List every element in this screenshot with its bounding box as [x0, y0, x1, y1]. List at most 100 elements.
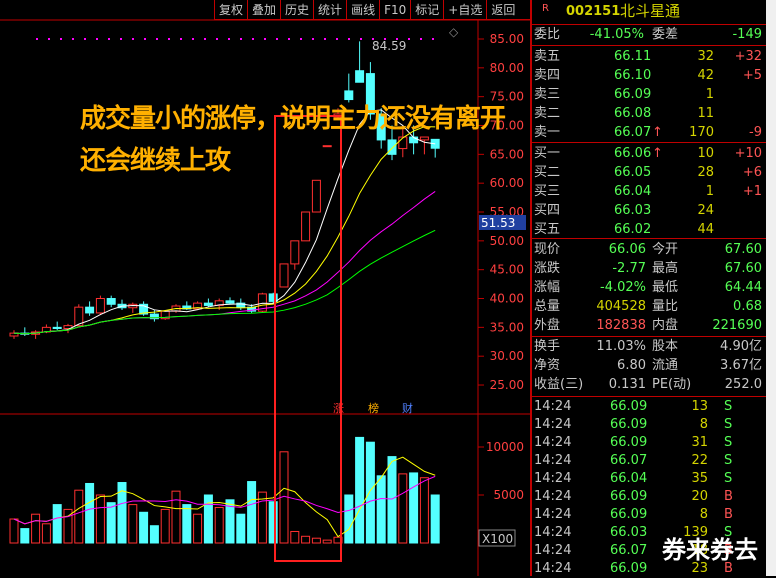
quote-row: 14:24 66.09 8 S	[534, 415, 764, 434]
cell: 收益(三)	[534, 377, 584, 392]
toolbar-button-3[interactable]: 统计	[313, 0, 346, 19]
toolbar-button-7[interactable]: +自选	[443, 0, 486, 19]
dot-mark	[144, 38, 146, 40]
volume-bar	[214, 506, 224, 544]
cell: 14:24	[534, 453, 572, 468]
cell: 6.80	[617, 358, 646, 373]
toolbar-button-6[interactable]: 标记	[410, 0, 443, 19]
cell: 卖五	[534, 49, 561, 64]
dot-mark	[312, 38, 314, 40]
cell: 66.09	[610, 417, 648, 432]
toolbar-button-8[interactable]: 返回	[486, 0, 519, 19]
quote-row: 买五 66.02 44	[534, 220, 764, 239]
toolbar-button-5[interactable]: F10	[379, 0, 410, 19]
dot-mark	[48, 38, 50, 40]
volume-bar	[182, 504, 192, 544]
quote-row: 卖一 66.07 ↑ 170 -9	[534, 123, 764, 142]
highlight-box	[274, 115, 342, 562]
volume-bar	[387, 456, 397, 544]
volume-bar	[419, 477, 429, 544]
price-tick-label: 30.00	[490, 349, 524, 363]
volume-bar	[376, 475, 386, 544]
cell: 14:24	[534, 489, 572, 504]
quote-row: 卖三 66.09 1	[534, 85, 764, 104]
dot-mark	[96, 38, 98, 40]
cell: ↑	[652, 125, 663, 140]
toolbar-button-1[interactable]: 叠加	[247, 0, 280, 19]
cell: 0.68	[733, 299, 762, 314]
cell: 66.09	[610, 489, 648, 504]
cell: 66.07	[610, 453, 648, 468]
right-toolbar[interactable]	[766, 0, 776, 576]
price-tick-label: 80.00	[490, 61, 524, 75]
cell: 66.04	[614, 184, 652, 199]
dot-mark	[120, 38, 122, 40]
cell: 66.07	[614, 125, 652, 140]
quote-row: 14:24 66.09 20 B	[534, 487, 764, 506]
quote-row: 14:24 66.04 35 S	[534, 469, 764, 488]
event-tag: 财	[402, 401, 413, 415]
dot-mark	[336, 38, 338, 40]
stock-name: 北斗星通	[620, 2, 681, 20]
cell: 42	[697, 68, 714, 83]
cell: 66.09	[610, 507, 648, 522]
toolbar-button-2[interactable]: 历史	[280, 0, 313, 19]
price-tick-label: 25.00	[490, 378, 524, 392]
price-tick-label: 60.00	[490, 176, 524, 190]
dot-mark	[408, 38, 410, 40]
price-tick-label: 40.00	[490, 292, 524, 306]
volume-bar	[236, 513, 246, 544]
stock-code: 002151	[566, 4, 621, 19]
volume-bar	[20, 528, 30, 544]
candle	[398, 136, 408, 150]
dot-mark	[300, 38, 302, 40]
cell: 66.08	[614, 106, 652, 121]
volume-bar	[247, 481, 257, 544]
cell: 14:24	[534, 417, 572, 432]
cell: 委比	[534, 27, 561, 42]
chart-toolbar: 复权 叠加 历史 统计 画线 F10 标记 +自选 返回	[214, 0, 530, 20]
cell: 股本	[652, 339, 679, 354]
dot-mark	[72, 38, 74, 40]
cell: 20	[691, 489, 708, 504]
cell: 66.09	[614, 87, 652, 102]
candle	[106, 298, 116, 305]
cell: 委差	[652, 27, 679, 42]
cell: 66.06	[608, 242, 646, 257]
cell: -2.77	[612, 261, 646, 276]
cell: 28	[697, 165, 714, 180]
cell: 66.11	[614, 49, 652, 64]
quote-row: 净资 6.80 流通 3.67亿	[534, 356, 764, 375]
cell: S	[724, 453, 733, 468]
dot-mark	[432, 38, 434, 40]
volume-bar	[52, 504, 62, 544]
quote-row: 涨跌 -2.77 最高 67.60	[534, 259, 764, 278]
quote-row: 买一 66.06 ↑ 10 +10	[534, 144, 764, 163]
volume-bar	[203, 494, 213, 544]
cell: 11	[697, 106, 714, 121]
cell: 卖一	[534, 125, 561, 140]
dot-mark	[180, 38, 182, 40]
quote-row: 涨幅 -4.02% 最低 64.44	[534, 278, 764, 297]
cell: 总量	[534, 299, 561, 314]
dot-mark	[192, 38, 194, 40]
cell: 67.60	[724, 242, 762, 257]
kline-chart[interactable]: 85.0080.0075.0070.0065.0060.0055.0050.00…	[0, 0, 530, 576]
cell: 221690	[712, 318, 762, 333]
volume-bar	[128, 504, 138, 544]
cell: 换手	[534, 339, 561, 354]
cell: 买五	[534, 222, 561, 237]
toolbar-button-4[interactable]: 画线	[346, 0, 379, 19]
toolbar-button-0[interactable]: 复权	[214, 0, 247, 19]
cell: +10	[734, 146, 762, 161]
dot-mark	[276, 38, 278, 40]
dot-mark	[108, 38, 110, 40]
volume-bar	[74, 489, 84, 544]
cell: 现价	[534, 242, 561, 257]
volume-bar	[95, 494, 105, 544]
volume-bar	[106, 502, 116, 544]
cell: 13	[691, 399, 708, 414]
quote-row: 收益(三) 0.131 PE(动) 252.0	[534, 375, 764, 394]
annotation-line2: 还会继续上攻	[80, 146, 231, 176]
cell: 8	[699, 507, 708, 522]
